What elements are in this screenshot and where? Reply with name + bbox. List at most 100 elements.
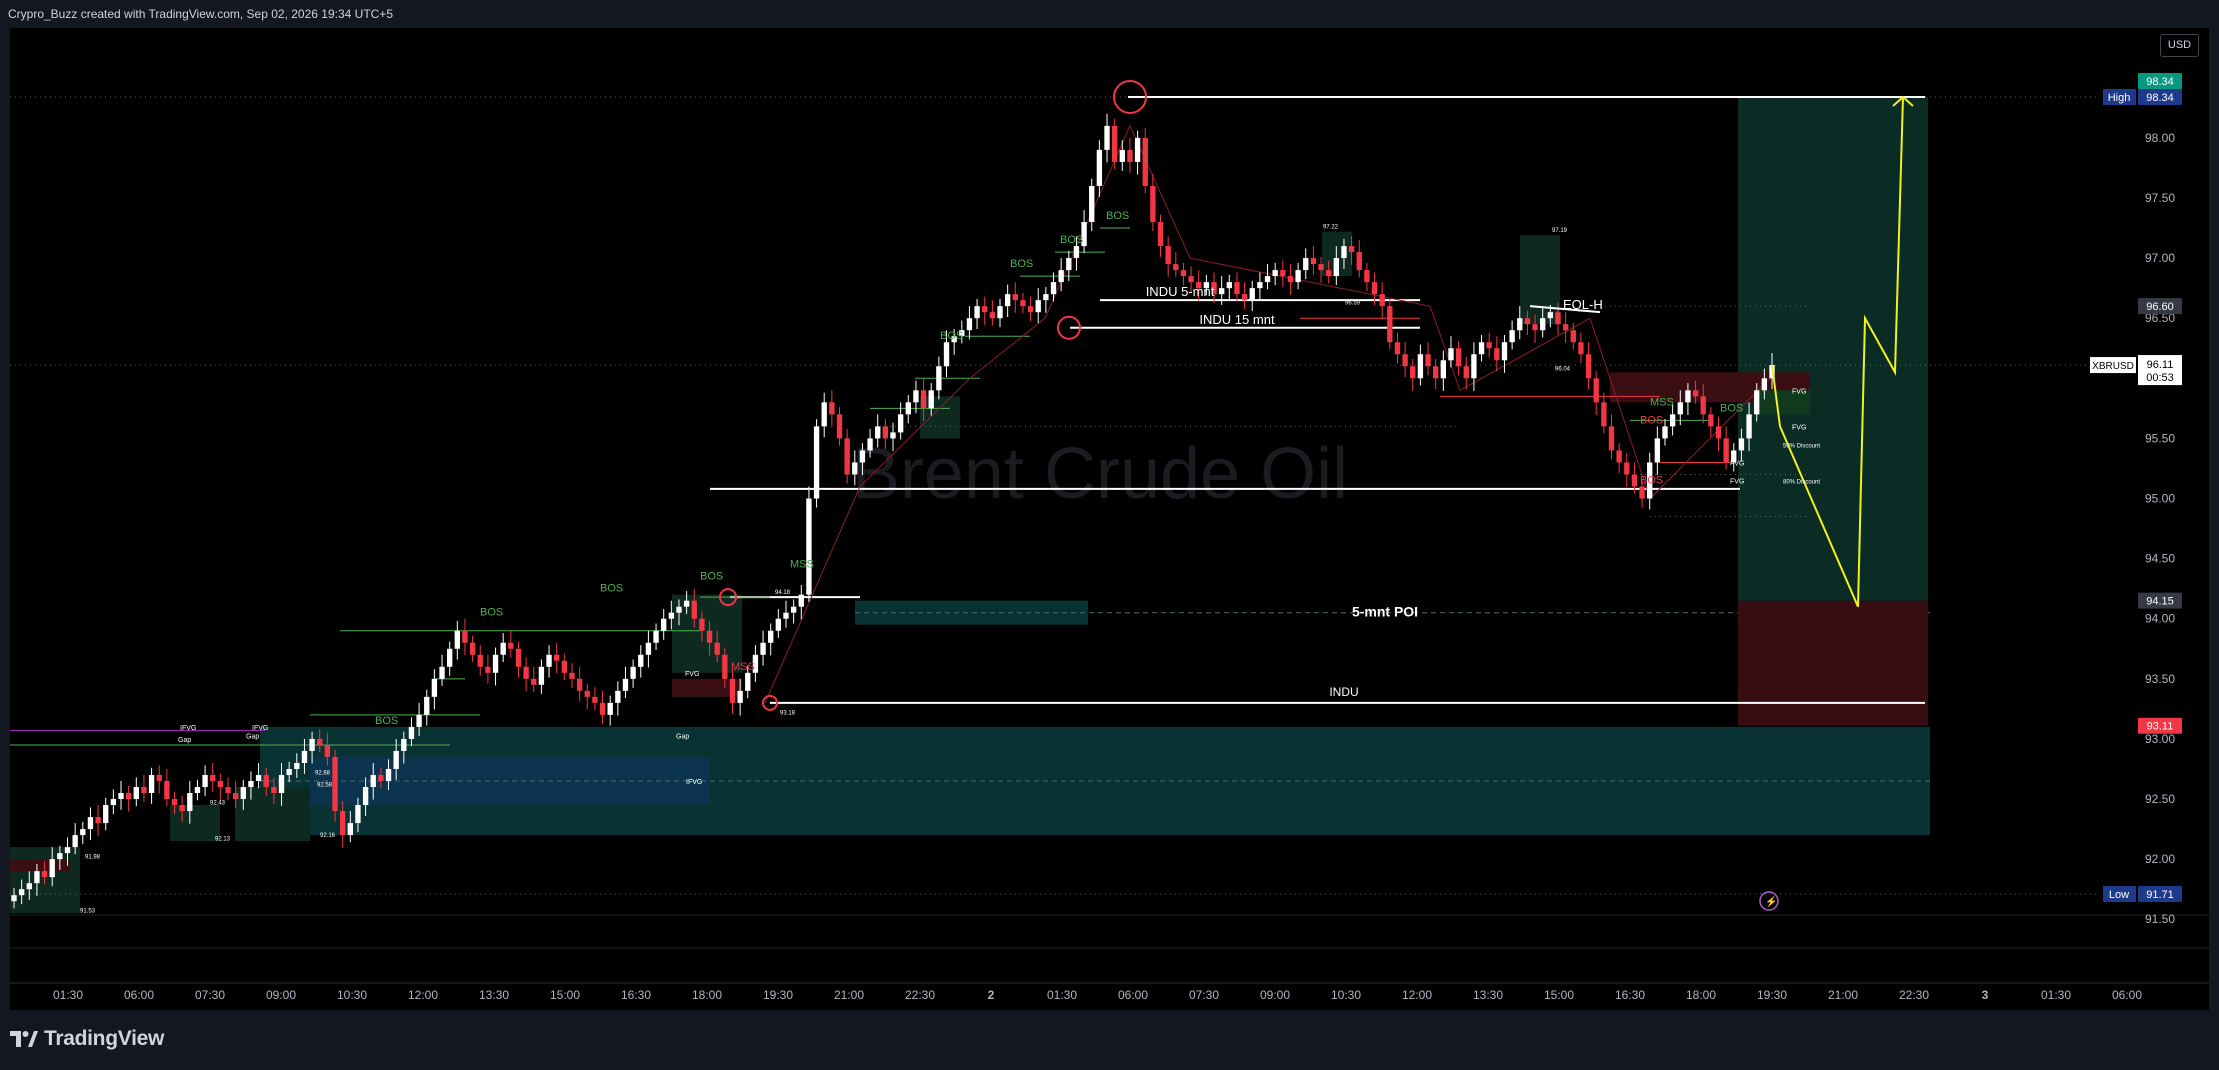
candle-body <box>1089 185 1095 223</box>
candle-body <box>943 342 950 367</box>
candle-body <box>1501 342 1508 361</box>
candle-body <box>210 774 216 782</box>
annotation-label: 96.59 <box>1345 300 1361 306</box>
candle-body <box>141 787 147 794</box>
price-tag-value: 98.34 <box>2146 92 2174 104</box>
candle-body <box>294 762 300 769</box>
candle-body <box>1348 246 1355 253</box>
price-tick-label: 91.50 <box>2145 912 2175 926</box>
candle-body <box>653 630 659 643</box>
tradingview-brand[interactable]: TradingView <box>10 1027 164 1051</box>
fvg-box <box>170 805 220 842</box>
candle-body <box>1218 288 1225 295</box>
candle-body <box>416 714 422 727</box>
price-tag-value: 96.60 <box>2146 301 2174 313</box>
candle-body <box>806 498 812 595</box>
candle-body <box>867 438 873 451</box>
candle-body <box>821 402 827 427</box>
candle-body <box>103 805 109 824</box>
time-tick-label: 12:00 <box>1402 988 1432 1002</box>
candle-body <box>920 390 927 409</box>
candle-body <box>187 793 193 812</box>
annotation-label: MSS <box>790 559 814 571</box>
price-tick-label: 97.50 <box>2145 191 2175 205</box>
annotation-label: FVG <box>1792 388 1806 395</box>
annotation-label: BOS <box>700 571 723 583</box>
time-tick-label: 21:00 <box>1828 988 1858 1002</box>
candle-body <box>309 738 315 751</box>
candle-body <box>1134 137 1141 162</box>
annotation-label: 92.43 <box>210 800 226 806</box>
candle-body <box>156 774 162 782</box>
candle-body <box>966 318 973 331</box>
time-tick-label: 09:00 <box>1260 988 1290 1002</box>
candle-body <box>248 781 254 788</box>
candle-body <box>1715 426 1722 439</box>
candle-body <box>1318 264 1324 271</box>
price-tag-value: 93.11 <box>2147 721 2174 733</box>
candle-body <box>1326 270 1332 277</box>
candle-body <box>41 871 48 878</box>
price-tick-label: 92.50 <box>2145 792 2175 806</box>
top-bar: Crypro_Buzz created with TradingView.com… <box>0 0 2219 28</box>
annotation-label: BOS <box>600 583 623 595</box>
candle-body <box>355 805 361 824</box>
currency-button[interactable]: USD <box>2160 34 2199 57</box>
candle-body <box>1188 276 1194 283</box>
candle-body <box>1402 354 1408 367</box>
candle-body <box>1066 258 1072 271</box>
candle-body <box>110 799 117 806</box>
candle-body <box>561 660 568 673</box>
candle-body <box>897 414 904 433</box>
candle-body <box>34 871 40 884</box>
annotation-label: FVG <box>1730 460 1744 467</box>
candle-body <box>607 702 613 715</box>
candle-body <box>1058 270 1064 283</box>
price-chart[interactable]: Brent Crude Oil BOS BOS BOS BOS BOS BOS BOS BOS B… <box>10 28 2209 1010</box>
candle-body <box>615 690 621 703</box>
candle-body <box>813 426 820 499</box>
annotation-label: 97.22 <box>1323 225 1339 231</box>
candle-body <box>1287 276 1294 283</box>
candle-body <box>737 690 743 703</box>
candle-body <box>592 696 598 703</box>
candle-body <box>1578 342 1584 355</box>
candle-body <box>1463 366 1469 379</box>
time-tick-label: 09:00 <box>266 988 296 1002</box>
price-tick-label: 98.00 <box>2145 131 2175 145</box>
poi-label: 5-mnt POI <box>1352 604 1418 620</box>
right-border <box>2209 28 2219 1010</box>
candle-body <box>18 889 25 896</box>
candle-body <box>240 787 246 800</box>
candle-body <box>1012 294 1018 301</box>
candle-body <box>699 618 705 631</box>
candle-body <box>1043 294 1049 301</box>
candle-body <box>1723 438 1729 463</box>
time-tick-label: 01:30 <box>53 988 83 1002</box>
candle-body <box>729 678 736 703</box>
candle-body <box>836 414 843 439</box>
candle-body <box>683 600 690 607</box>
candle-body <box>1601 402 1607 427</box>
current-price-value: 96.11 <box>2147 359 2174 371</box>
indu-5-mnt-label: INDU 5-mnt <box>1146 284 1215 299</box>
candle-body <box>378 774 384 782</box>
candle-body <box>385 768 392 782</box>
annotation-label: 92.13 <box>215 837 231 843</box>
annotation-label: 92.68 <box>315 770 331 776</box>
candle-body <box>1341 246 1347 259</box>
indu-label: INDU <box>1329 685 1358 699</box>
candle-body <box>844 438 850 475</box>
candle-body <box>171 799 178 806</box>
candle-body <box>72 835 78 848</box>
candle-body <box>347 823 353 836</box>
candle-body <box>1532 324 1538 331</box>
candle-body <box>1173 264 1179 271</box>
candle-body <box>271 787 277 794</box>
annotation-label: EQL-H <box>1563 297 1603 312</box>
candle-body <box>469 642 476 655</box>
candle-body <box>477 654 483 667</box>
time-tick-label: 10:30 <box>337 988 367 1002</box>
candle-body <box>1433 366 1439 379</box>
candle-body <box>1226 282 1232 289</box>
